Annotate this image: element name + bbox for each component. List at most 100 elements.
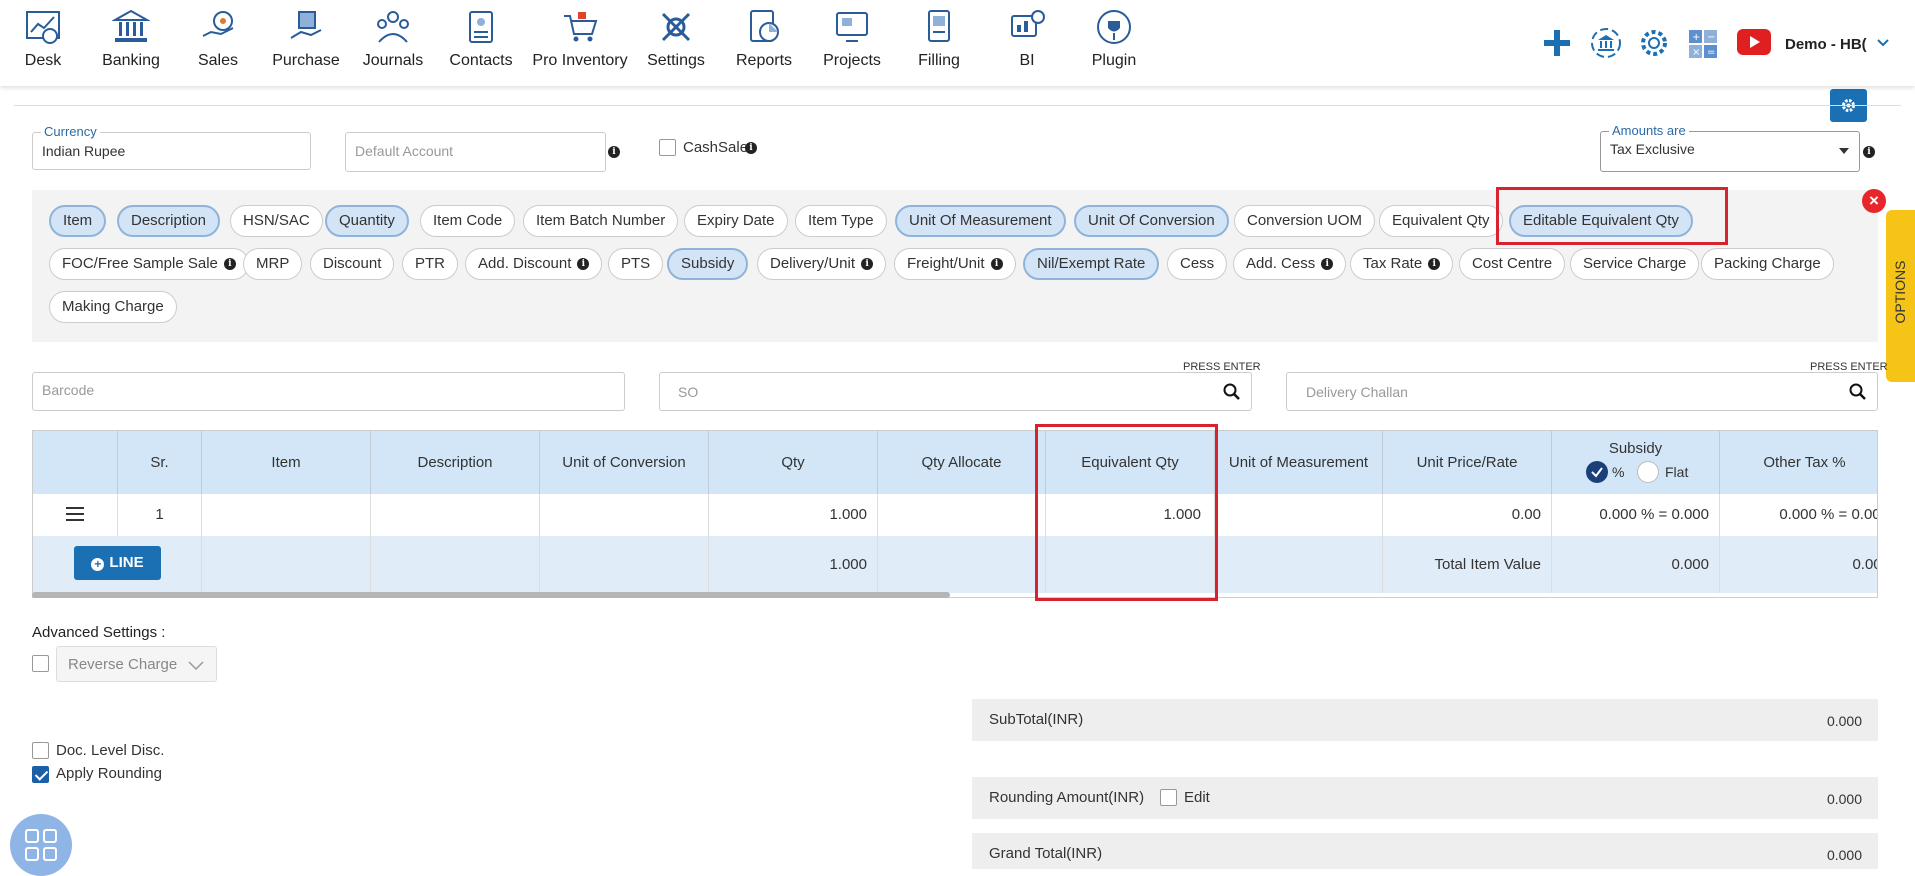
table-header: Description	[371, 431, 540, 494]
cashsale-checkbox[interactable]	[659, 139, 676, 156]
chip-unit-of-conversion[interactable]: Unit Of Conversion	[1074, 205, 1229, 237]
chip-item-type[interactable]: Item Type	[795, 205, 887, 237]
nav-label: BI	[1019, 52, 1035, 69]
nav-projects[interactable]: Projects	[810, 8, 894, 70]
chip-cost-centre[interactable]: Cost Centre	[1459, 248, 1566, 280]
chip-freight-unit[interactable]: Freight/Unit i	[894, 248, 1016, 280]
table-header: Unit of Conversion	[540, 431, 709, 494]
chip-unit-of-measurement[interactable]: Unit Of Measurement	[895, 205, 1066, 237]
barcode-input[interactable]: Barcode	[32, 372, 625, 411]
nav-contacts[interactable]: Contacts	[439, 8, 523, 70]
row-other-tax-cell[interactable]: 0.000 % = 0.000	[1720, 494, 1877, 536]
nav-bi[interactable]: BI	[985, 8, 1069, 70]
chip-label: Unit Of Conversion	[1088, 212, 1215, 229]
nav-plugin[interactable]: Plugin	[1072, 8, 1156, 70]
subsidy-flat-radio[interactable]	[1637, 461, 1659, 483]
options-label: OPTIONS	[1892, 260, 1908, 324]
delivery-challan-input[interactable]: Delivery Challan	[1286, 372, 1878, 411]
chip-label: Add. Discount	[478, 255, 572, 272]
row-unit-conversion-cell[interactable]	[540, 494, 709, 536]
row-qty-allocate-cell[interactable]	[878, 494, 1046, 536]
chip-label: Cess	[1180, 255, 1215, 272]
chip-add-discount[interactable]: Add. Discount i	[465, 248, 603, 280]
nav-purchase[interactable]: Purchase	[264, 8, 348, 70]
row-uom-cell[interactable]	[1215, 494, 1383, 536]
chip-nil-exempt-rate[interactable]: Nil/Exempt Rate	[1023, 248, 1160, 280]
chip-mrp[interactable]: MRP	[243, 248, 303, 280]
calculator-icon[interactable]: + −× =	[1688, 29, 1718, 59]
chip-label: PTS	[621, 255, 651, 272]
chip-discount[interactable]: Discount	[310, 248, 395, 280]
svg-text:+: +	[1692, 32, 1700, 43]
chip-item-code[interactable]: Item Code	[420, 205, 516, 237]
company-name[interactable]: Demo - HB(	[1785, 36, 1867, 53]
row-qty-cell[interactable]: 1.000	[709, 494, 878, 536]
chip-foc-free-sample-sale[interactable]: FOC/Free Sample Sale i	[49, 248, 249, 280]
chip-quantity[interactable]: Quantity	[325, 205, 409, 237]
row-subsidy-cell[interactable]: 0.000 % = 0.000	[1552, 494, 1720, 536]
search-icon[interactable]	[1849, 383, 1866, 400]
table-horizontal-scrollbar[interactable]	[32, 592, 950, 598]
rounding-edit-checkbox[interactable]	[1160, 789, 1177, 806]
search-icon[interactable]	[1223, 383, 1240, 400]
youtube-icon[interactable]	[1737, 29, 1771, 55]
chip-cess[interactable]: Cess	[1167, 248, 1228, 280]
chip-description[interactable]: Description	[117, 205, 221, 237]
reverse-charge-checkbox[interactable]	[32, 655, 49, 672]
chip-making-charge[interactable]: Making Charge	[49, 291, 177, 323]
chip-subsidy[interactable]: Subsidy	[667, 248, 749, 280]
chevron-down-icon[interactable]	[1876, 38, 1890, 48]
nav-sales[interactable]: Sales	[176, 8, 260, 70]
chip-conversion-uom[interactable]: Conversion UOM	[1234, 205, 1376, 237]
add-line-button[interactable]: + LINE	[74, 546, 161, 580]
bank-sync-icon[interactable]	[1589, 26, 1623, 60]
subsidy-percent-radio[interactable]	[1586, 461, 1608, 483]
chip-add-cess[interactable]: Add. Cess i	[1233, 248, 1347, 280]
close-icon[interactable]: ×	[1862, 189, 1886, 213]
reverse-charge-select[interactable]: Reverse Charge	[56, 646, 217, 682]
nav-banking[interactable]: Banking	[89, 8, 173, 70]
default-account-field[interactable]: Default Account	[345, 132, 606, 172]
chip-pts[interactable]: PTS	[608, 248, 664, 280]
journals-icon	[377, 11, 409, 43]
chip-equivalent-qty[interactable]: Equivalent Qty	[1379, 205, 1503, 237]
nav-reports[interactable]: Reports	[722, 8, 806, 70]
chip-item[interactable]: Item	[49, 205, 107, 237]
nav-filling[interactable]: Filling	[897, 8, 981, 70]
chip-item-batch-number[interactable]: Item Batch Number	[523, 205, 679, 237]
chip-service-charge[interactable]: Service Charge	[1570, 248, 1700, 280]
nav-pro-inventory[interactable]: Pro Inventory	[526, 8, 634, 70]
chip-tax-rate[interactable]: Tax Rate i	[1350, 248, 1454, 280]
currency-field[interactable]: Currency Indian Rupee	[32, 124, 311, 170]
options-side-tab[interactable]: OPTIONS	[1886, 210, 1915, 382]
grand-total-label: Grand Total(INR)	[989, 845, 1103, 862]
apply-rounding-checkbox[interactable]	[32, 766, 49, 784]
row-description-cell[interactable]	[371, 494, 540, 536]
chip-expiry-date[interactable]: Expiry Date	[684, 205, 788, 237]
total-item-value-label: Total Item Value	[1383, 536, 1552, 593]
doc-level-disc-checkbox[interactable]	[32, 742, 49, 759]
table-header: Other Tax %	[1720, 431, 1877, 494]
row-menu-cell[interactable]	[33, 494, 118, 536]
amounts-are-select[interactable]: Amounts are Tax Exclusive	[1600, 123, 1860, 172]
chip-label: MRP	[256, 255, 290, 272]
nav-desk[interactable]: Desk	[1, 8, 85, 70]
row-price-cell[interactable]: 0.00	[1383, 494, 1552, 536]
so-input[interactable]: SO	[659, 372, 1252, 411]
row-item-cell[interactable]	[202, 494, 371, 536]
amounts-label: Amounts are	[1609, 123, 1689, 138]
chip-delivery-unit[interactable]: Delivery/Unit i	[757, 248, 887, 280]
nav-label: Reports	[735, 52, 793, 69]
nav-journals[interactable]: Journals	[351, 8, 435, 70]
default-account-placeholder: Default Account	[355, 143, 454, 159]
chip-label: Service Charge	[1583, 255, 1687, 272]
add-plus-icon[interactable]	[1542, 28, 1572, 58]
chip-hsn-sac[interactable]: HSN/SAC	[230, 205, 323, 237]
apps-launcher-button[interactable]	[10, 814, 72, 876]
nav-settings[interactable]: Settings	[634, 8, 718, 70]
chip-packing-charge[interactable]: Packing Charge	[1701, 248, 1834, 280]
chip-ptr[interactable]: PTR	[402, 248, 458, 280]
svg-text:=: =	[1707, 47, 1715, 58]
hamburger-menu-icon[interactable]	[65, 506, 85, 522]
gear-icon[interactable]	[1638, 27, 1670, 59]
